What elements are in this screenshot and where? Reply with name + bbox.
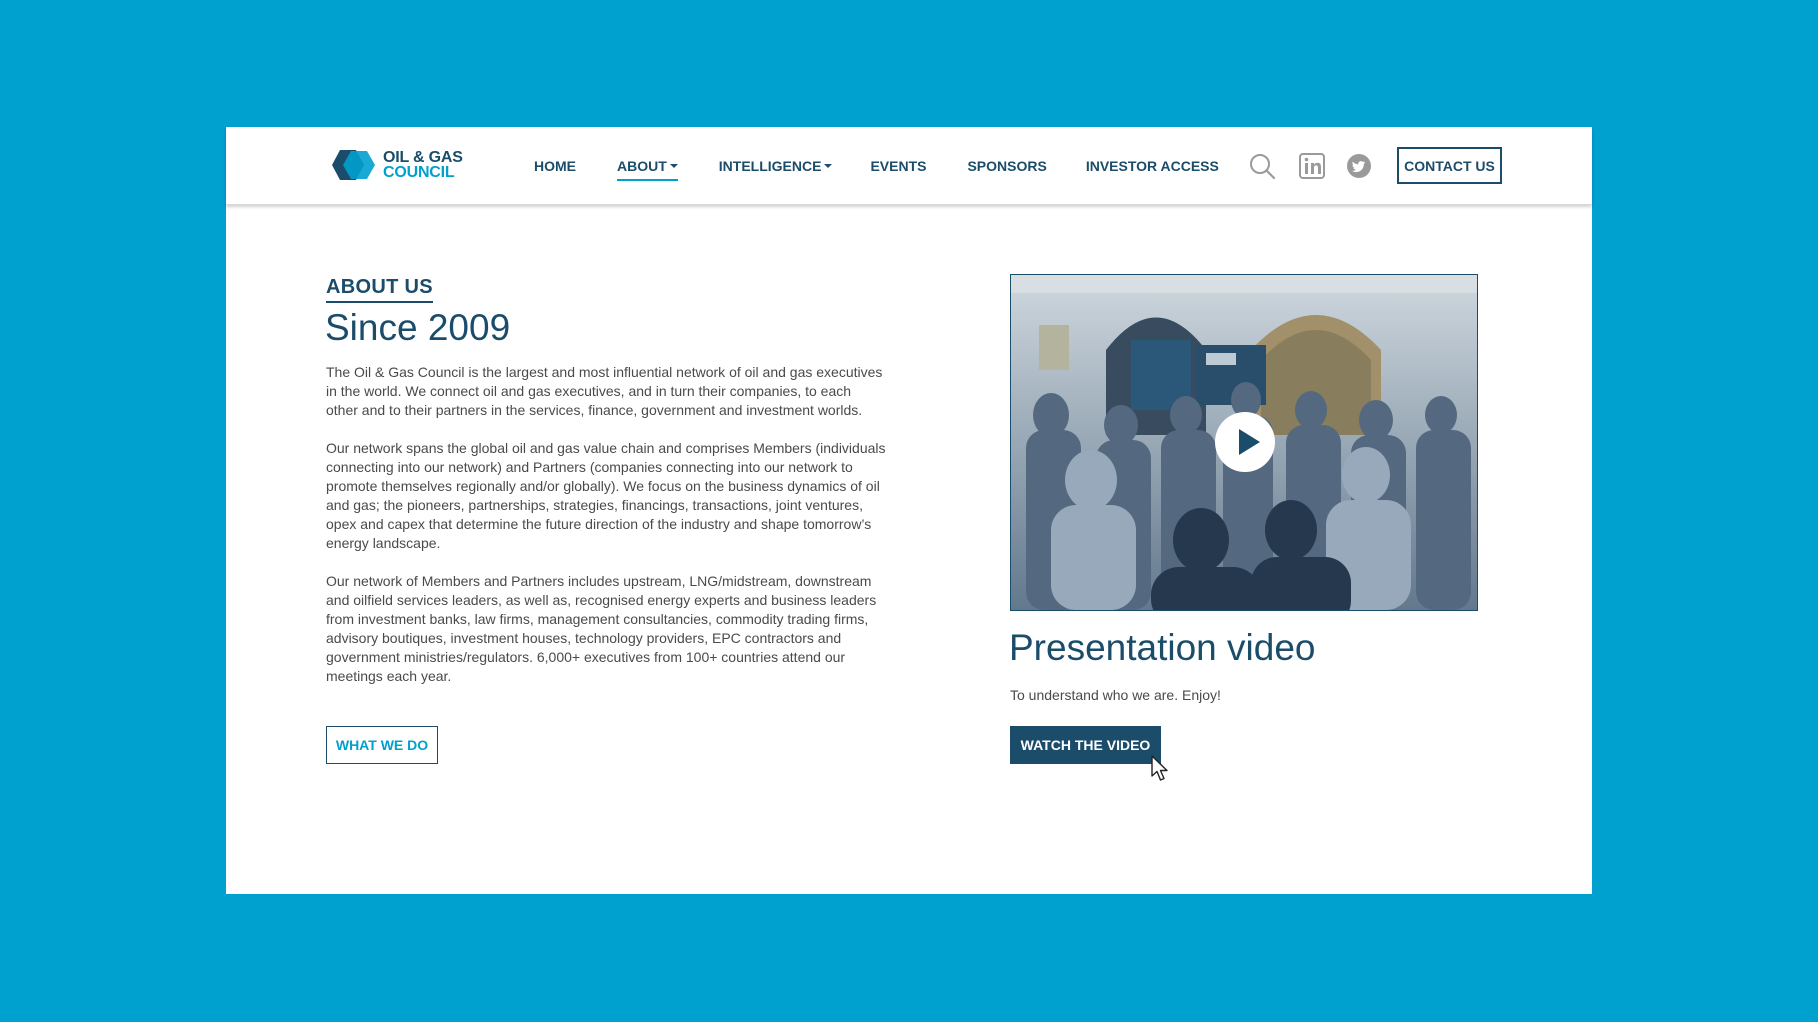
about-body: The Oil & Gas Council is the largest and…	[326, 363, 886, 705]
site-logo[interactable]: OIL & GAS COUNCIL	[331, 147, 463, 183]
about-paragraph: The Oil & Gas Council is the largest and…	[326, 364, 883, 418]
nav-item-label: SPONSORS	[967, 157, 1047, 174]
nav-item-investor-access[interactable]: INVESTOR ACCESS	[1086, 158, 1219, 174]
caret-down-icon	[669, 163, 678, 168]
main-nav: HOME ABOUT INTELLIGENCE EVENTS SPONSORS …	[534, 127, 1219, 204]
watch-video-button[interactable]: WATCH THE VIDEO	[1010, 726, 1161, 764]
contact-us-button[interactable]: CONTACT US	[1397, 147, 1502, 184]
search-icon[interactable]	[1248, 152, 1276, 180]
video-thumbnail[interactable]	[1010, 274, 1478, 611]
nav-item-intelligence[interactable]: INTELLIGENCE	[719, 158, 833, 174]
about-paragraph: Our network of Members and Partners incl…	[326, 573, 877, 684]
top-navbar: OIL & GAS COUNCIL HOME ABOUT INTELLIGENC…	[226, 127, 1592, 205]
nav-item-about[interactable]: ABOUT	[617, 157, 678, 181]
about-eyebrow-heading: ABOUT US	[326, 276, 433, 303]
about-paragraph: Our network spans the global oil and gas…	[326, 440, 886, 551]
mouse-pointer-icon	[1151, 755, 1168, 781]
logo-wordmark: OIL & GAS COUNCIL	[383, 149, 463, 181]
video-subtitle: To understand who we are. Enjoy!	[1010, 687, 1221, 703]
page-title: Since 2009	[325, 307, 511, 348]
play-button-icon[interactable]	[1215, 412, 1275, 472]
nav-item-label: INTELLIGENCE	[718, 157, 822, 174]
nav-item-label: EVENTS	[870, 157, 927, 174]
logo-line-1: OIL & GAS	[383, 149, 463, 166]
what-we-do-button[interactable]: WHAT WE DO	[326, 726, 438, 764]
nav-item-label: ABOUT	[617, 157, 667, 174]
video-title: Presentation video	[1009, 627, 1316, 668]
linkedin-icon[interactable]	[1298, 152, 1326, 180]
nav-item-events[interactable]: EVENTS	[870, 158, 926, 174]
page-container: OIL & GAS COUNCIL HOME ABOUT INTELLIGENC…	[226, 127, 1592, 894]
nav-item-home[interactable]: HOME	[534, 158, 576, 174]
logo-hexagon-icon	[332, 150, 375, 180]
nav-item-sponsors[interactable]: SPONSORS	[967, 158, 1046, 174]
logo-line-2: COUNCIL	[383, 164, 455, 181]
caret-down-icon	[824, 163, 833, 168]
twitter-icon[interactable]	[1345, 152, 1373, 180]
nav-item-label: INVESTOR ACCESS	[1085, 157, 1219, 174]
nav-item-label: HOME	[534, 157, 576, 174]
